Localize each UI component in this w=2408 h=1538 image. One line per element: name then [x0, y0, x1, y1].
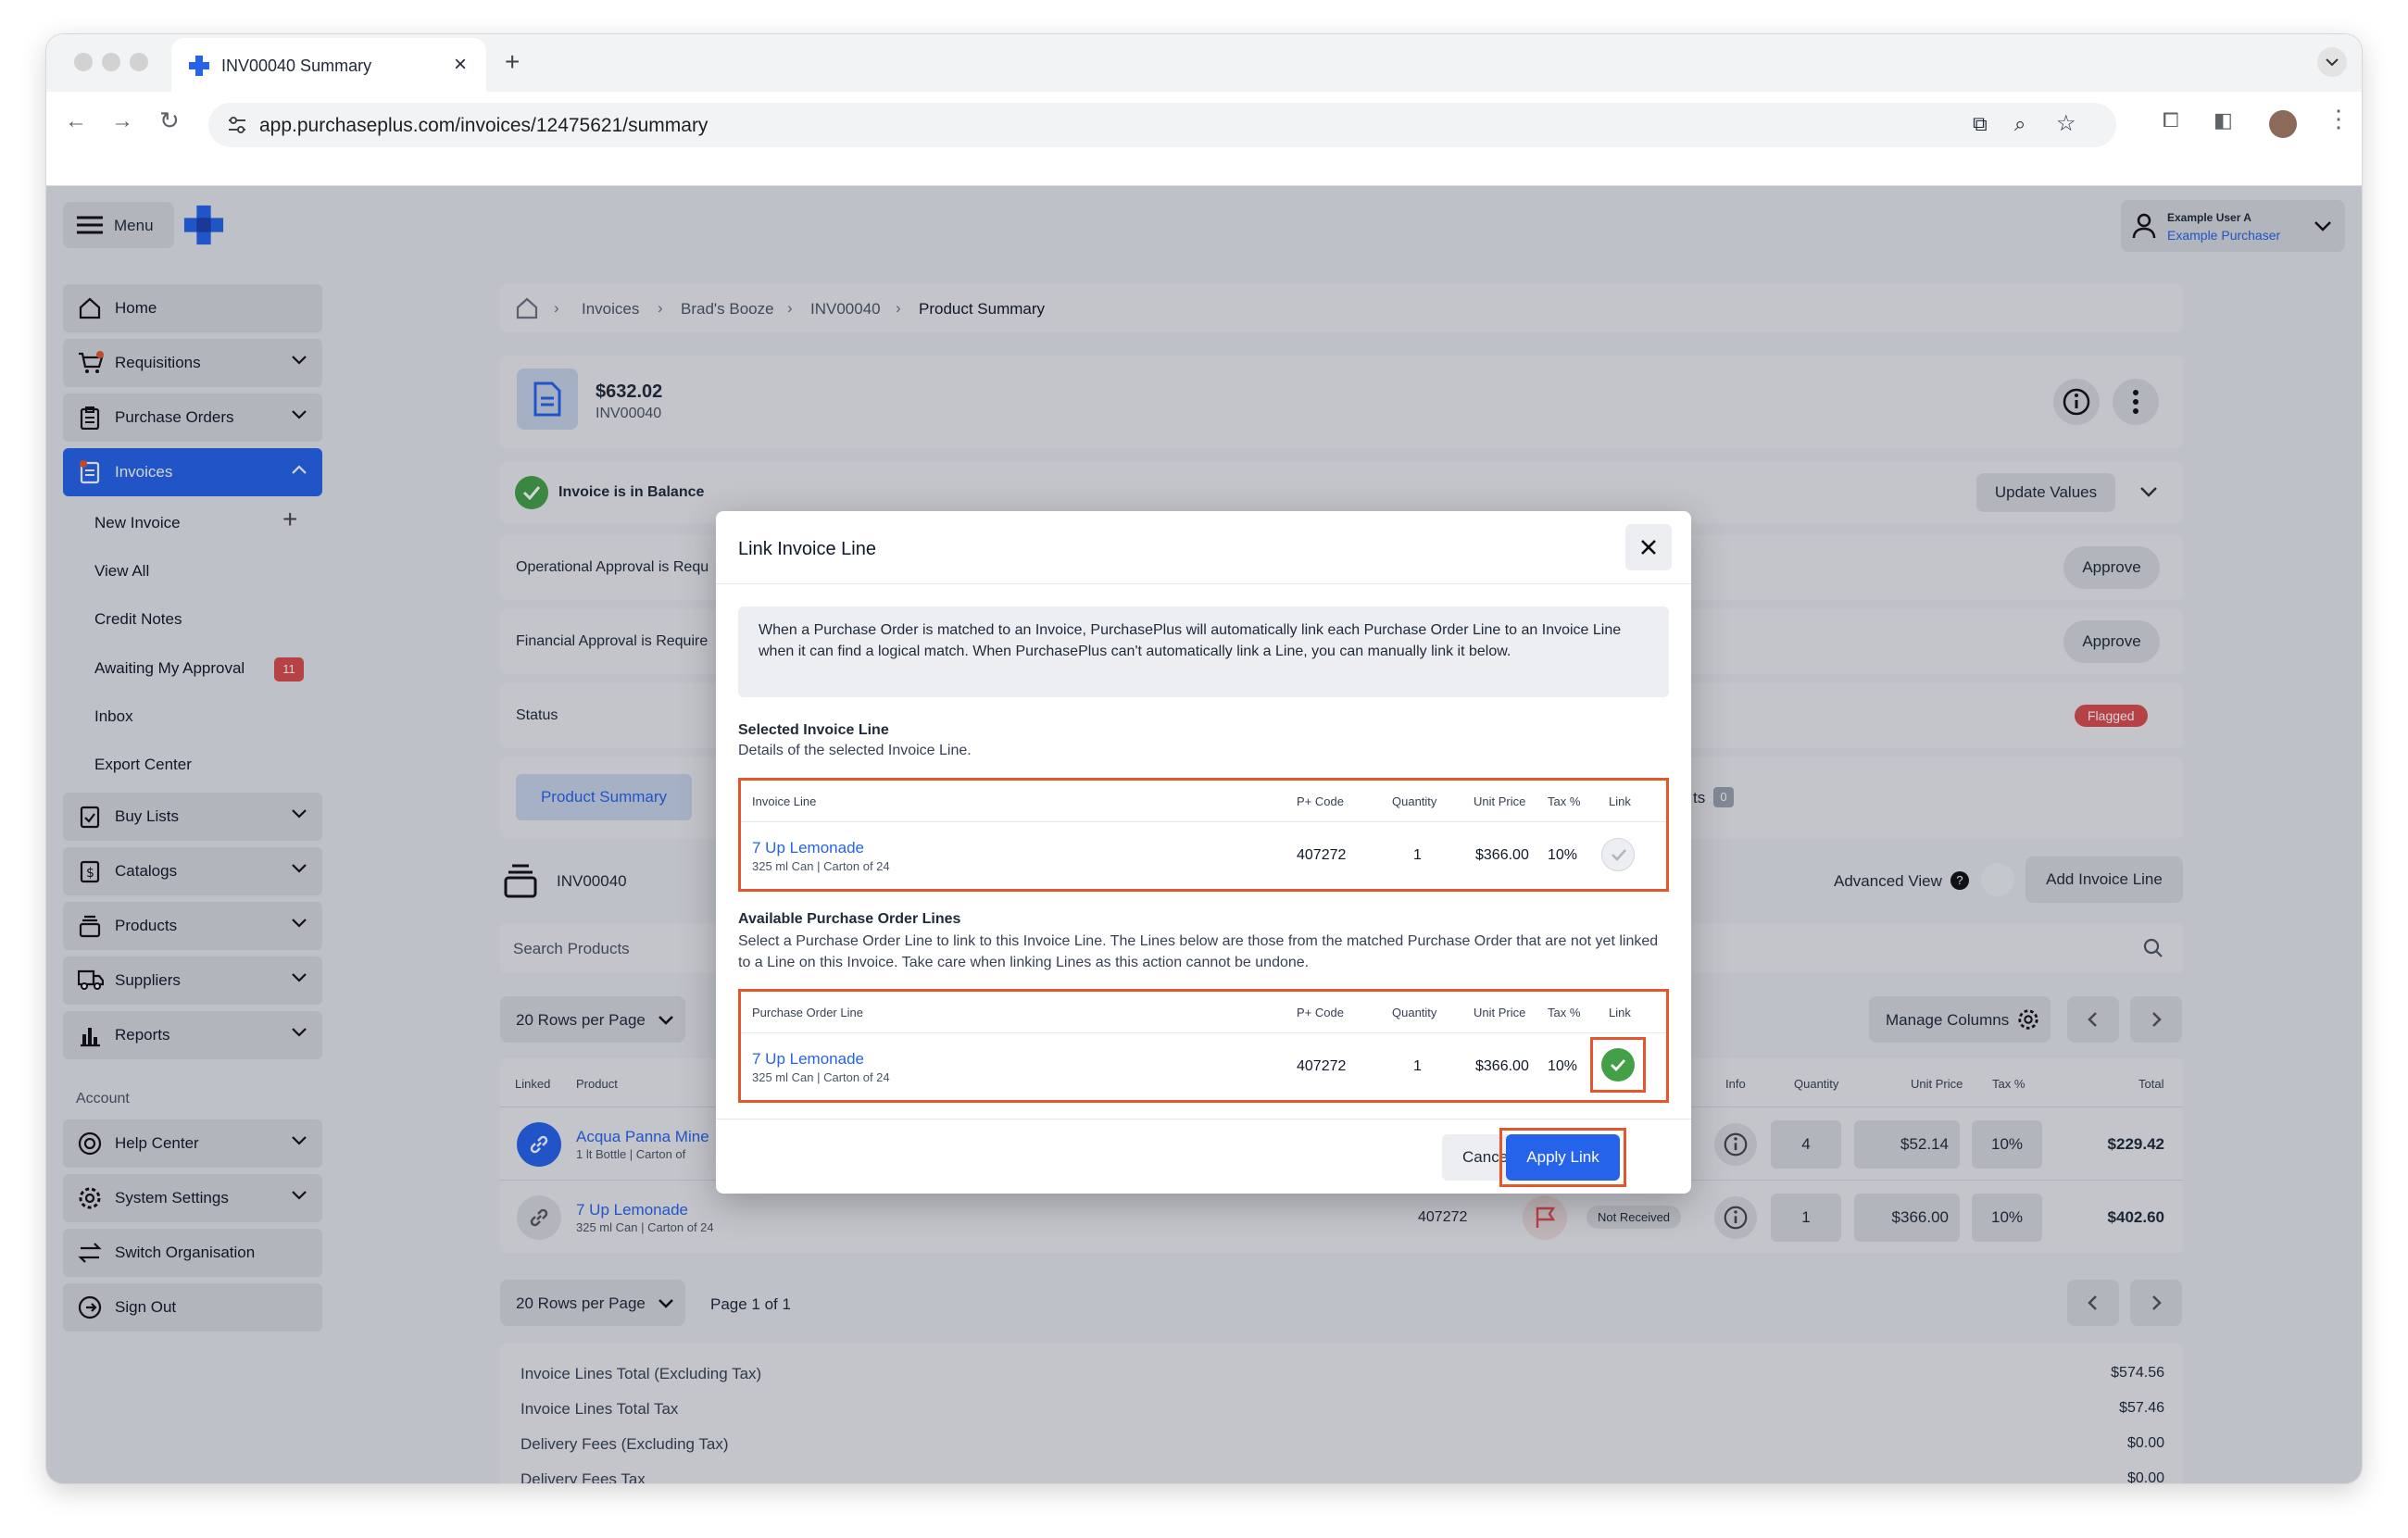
column-header-quantity: Quantity	[1392, 1006, 1437, 1019]
install-app-icon[interactable]: ⧉	[1973, 112, 1988, 136]
close-tab-icon[interactable]: ×	[454, 52, 467, 78]
tab-title: INV00040 Summary	[221, 56, 372, 75]
bookmark-star-icon[interactable]: ☆	[2056, 110, 2076, 137]
zoom-icon[interactable]: ⌕	[2014, 112, 2025, 136]
selected-line-tax: 10%	[1548, 847, 1578, 863]
selected-line-name[interactable]: 7 Up Lemonade	[752, 839, 864, 857]
side-panel-icon[interactable]: ◧	[2214, 108, 2233, 132]
more-options-icon[interactable]: ⋮	[2326, 105, 2351, 133]
selected-line-qty: 1	[1413, 847, 1422, 863]
selected-line-table: Invoice Line P+ Code Quantity Unit Price…	[738, 778, 1669, 892]
po-line-qty: 1	[1413, 1058, 1422, 1074]
back-icon[interactable]: ←	[65, 108, 87, 134]
modal-close-button[interactable]	[1625, 524, 1672, 570]
app-area: Menu Example User A Example Purchaser Ho…	[46, 186, 2362, 1483]
divider	[716, 583, 1691, 584]
close-icon	[1641, 540, 1656, 555]
po-line-code: 407272	[1297, 1058, 1347, 1074]
column-header-link: Link	[1609, 794, 1631, 808]
new-tab-icon[interactable]: +	[505, 47, 520, 77]
modal-title: Link Invoice Line	[738, 539, 876, 559]
column-header-code: P+ Code	[1297, 1006, 1344, 1019]
po-line-tax: 10%	[1548, 1058, 1578, 1074]
reload-icon[interactable]: ↻	[159, 106, 180, 135]
divider	[741, 1032, 1666, 1033]
selected-section-title: Selected Invoice Line	[738, 722, 889, 738]
available-section-title: Available Purchase Order Lines	[738, 911, 961, 927]
tab-search-button[interactable]	[2317, 47, 2347, 77]
selected-section-desc: Details of the selected Invoice Line.	[738, 743, 972, 758]
selected-line-price: $366.00	[1475, 847, 1529, 863]
url-bar[interactable]: app.purchaseplus.com/invoices/12475621/s…	[208, 103, 2116, 147]
available-section-desc: Select a Purchase Order Line to link to …	[738, 933, 1659, 970]
minimize-window-dot[interactable]	[102, 53, 120, 71]
close-window-dot[interactable]	[74, 53, 93, 71]
column-header-tax: Tax %	[1548, 1006, 1581, 1019]
profile-avatar[interactable]	[2269, 110, 2297, 138]
browser-window: INV00040 Summary × + ← → ↻ app.purchasep…	[46, 34, 2362, 1483]
maximize-window-dot[interactable]	[130, 53, 148, 71]
column-header-code: P+ Code	[1297, 794, 1344, 808]
address-bar-row: ← → ↻ app.purchaseplus.com/invoices/1247…	[46, 92, 2362, 186]
purchaseplus-favicon-icon	[189, 56, 209, 76]
tab-bar: INV00040 Summary × +	[46, 34, 2362, 92]
column-header-invoice-line: Invoice Line	[752, 794, 817, 808]
column-header-tax: Tax %	[1548, 794, 1581, 808]
column-header-quantity: Quantity	[1392, 794, 1437, 808]
modal-info-box: When a Purchase Order is matched to an I…	[738, 606, 1669, 697]
divider	[741, 821, 1666, 822]
url-text: app.purchaseplus.com/invoices/12475621/s…	[259, 115, 709, 136]
column-header-po-line: Purchase Order Line	[752, 1006, 863, 1019]
apply-link-button[interactable]: Apply Link	[1506, 1134, 1620, 1181]
selected-line-detail: 325 ml Can | Carton of 24	[752, 859, 890, 873]
column-header-unit-price: Unit Price	[1474, 794, 1526, 808]
column-header-unit-price: Unit Price	[1474, 1006, 1526, 1019]
site-settings-icon[interactable]	[227, 116, 247, 134]
po-line-detail: 325 ml Can | Carton of 24	[752, 1070, 890, 1084]
link-check-icon	[1601, 838, 1635, 871]
link-invoice-line-modal: Link Invoice Line When a Purchase Order …	[716, 511, 1691, 1194]
selected-line-code: 407272	[1297, 847, 1347, 863]
extensions-icon[interactable]: ⧠	[2163, 108, 2179, 132]
forward-icon[interactable]: →	[111, 108, 133, 134]
browser-tab[interactable]: INV00040 Summary ×	[171, 38, 486, 92]
link-select-check-icon[interactable]	[1601, 1048, 1635, 1082]
chevron-down-icon	[2326, 58, 2339, 67]
po-line-price: $366.00	[1475, 1058, 1529, 1074]
po-line-name[interactable]: 7 Up Lemonade	[752, 1050, 864, 1069]
available-lines-table: Purchase Order Line P+ Code Quantity Uni…	[738, 989, 1669, 1103]
column-header-link: Link	[1609, 1006, 1631, 1019]
